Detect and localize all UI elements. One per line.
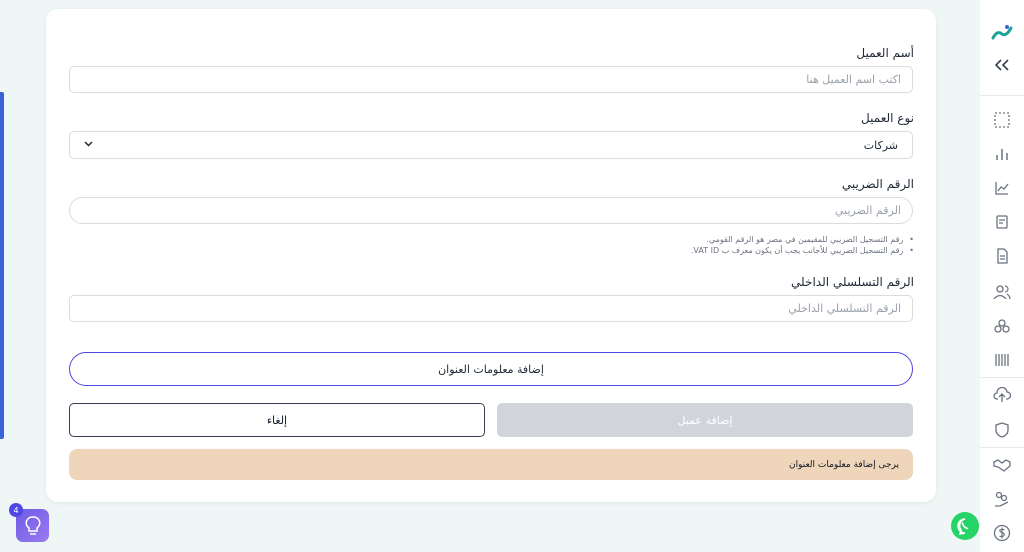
- whatsapp-chat-button[interactable]: [951, 512, 979, 540]
- left-accent-bar: [0, 92, 4, 439]
- internal-serial-input[interactable]: الرقم التسلسلي الداخلي: [69, 295, 913, 322]
- cancel-button[interactable]: إلغاء: [69, 403, 485, 437]
- dashboard-icon[interactable]: [991, 109, 1013, 131]
- internal-serial-label: الرقم التسلسلي الداخلي: [791, 275, 914, 289]
- customer-name-input[interactable]: اكتب اسم العميل هنا: [69, 66, 913, 93]
- bar-chart-icon[interactable]: [991, 143, 1013, 165]
- handshake-icon[interactable]: [991, 454, 1013, 476]
- notes-icon[interactable]: [991, 211, 1013, 233]
- dollar-icon[interactable]: [991, 522, 1013, 544]
- products-icon[interactable]: [991, 315, 1013, 337]
- upload-icon[interactable]: [991, 384, 1013, 406]
- notification-badge: 4: [9, 503, 23, 517]
- tax-number-label: الرقم الضريبي: [841, 177, 914, 191]
- customer-type-select[interactable]: شركات: [69, 131, 913, 159]
- lightbulb-icon: [25, 515, 40, 535]
- sidebar-divider: [980, 377, 1024, 378]
- tax-hint-item: رقم التسجيل الضريبي للمقيمين في مصر هو ا…: [691, 234, 914, 245]
- add-customer-form: أسم العميل اكتب اسم العميل هنا نوع العمي…: [46, 9, 936, 502]
- barcode-icon[interactable]: [991, 349, 1013, 371]
- tax-hints: رقم التسجيل الضريبي للمقيمين في مصر هو ا…: [691, 234, 914, 256]
- customer-type-value: شركات: [863, 138, 898, 152]
- line-chart-icon[interactable]: [991, 177, 1013, 199]
- chevron-down-icon: [84, 140, 93, 150]
- customer-name-label: أسم العميل: [856, 46, 914, 60]
- sidebar: [980, 0, 1024, 552]
- add-address-button[interactable]: إضافة معلومات العنوان: [69, 352, 913, 386]
- invoice-icon[interactable]: [991, 245, 1013, 267]
- tax-number-input[interactable]: الرقم الضريبي: [69, 197, 913, 224]
- sidebar-divider: [980, 95, 1024, 96]
- users-icon[interactable]: [991, 281, 1013, 303]
- address-warning: يرجى إضافة معلومات العنوان: [69, 449, 913, 480]
- collapse-icon[interactable]: [991, 54, 1013, 76]
- customer-type-label: نوع العميل: [861, 111, 914, 125]
- sidebar-divider: [980, 447, 1024, 448]
- whatsapp-icon: [957, 518, 969, 535]
- tax-hint-item: رقم التسجيل الضريبي للأجانب يجب أن يكون …: [691, 245, 914, 256]
- logo-icon[interactable]: [991, 22, 1013, 44]
- hand-coins-icon[interactable]: [991, 488, 1013, 510]
- shield-icon[interactable]: [991, 419, 1013, 441]
- add-customer-button[interactable]: إضافة عميل: [497, 403, 913, 437]
